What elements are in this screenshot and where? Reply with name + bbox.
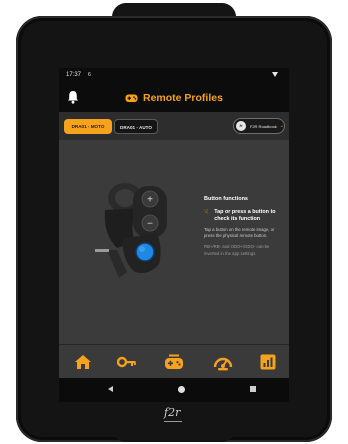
app-bar: Remote Profiles bbox=[59, 82, 289, 112]
nav-home[interactable] bbox=[71, 351, 95, 373]
profile-tabs: DRA01 - MOTO DRA01 - AUTO fr F2R Roadboo… bbox=[59, 112, 289, 140]
home-icon bbox=[75, 355, 91, 369]
tap-tip-text: Tap or press a button to check its funct… bbox=[214, 209, 276, 223]
remote-image: + − bbox=[95, 183, 167, 278]
info-note-text: RB+/RB- and ODO+/ODO- can be inverted in… bbox=[204, 244, 270, 256]
device-brand-logo: f2r bbox=[164, 406, 181, 419]
tab-dra01-moto[interactable]: DRA01 - MOTO bbox=[64, 119, 112, 134]
tab-dra01-auto[interactable]: DRA01 - AUTO bbox=[114, 119, 158, 134]
device-bumper-bottom bbox=[112, 424, 236, 442]
tablet-screen: 17:37 6 Remote Profiles DRA01 - MOTO DRA… bbox=[59, 68, 289, 402]
f2r-logo-icon: fr bbox=[236, 121, 246, 131]
gauge-icon bbox=[213, 357, 233, 371]
remote-plus-label: + bbox=[147, 195, 153, 206]
gamepad-title-icon bbox=[125, 94, 138, 102]
device-selector-dropdown[interactable]: fr F2R Roadbook ⌄ bbox=[233, 118, 285, 134]
info-body-text: Tap a button on the remote image, or pre… bbox=[204, 227, 275, 239]
device-selector-label: F2R Roadbook bbox=[249, 123, 277, 129]
bottom-navigation bbox=[59, 344, 289, 379]
chevron-down-icon: ⌄ bbox=[279, 123, 284, 129]
tap-tip: ☟ Tap or press a button to check its fun… bbox=[204, 209, 284, 223]
recent-apps-icon[interactable] bbox=[250, 386, 256, 392]
nav-gauge[interactable] bbox=[211, 351, 235, 373]
key-icon bbox=[117, 356, 136, 368]
chart-icon bbox=[260, 354, 276, 370]
nav-key[interactable] bbox=[115, 351, 139, 373]
remote-joystick-button[interactable] bbox=[135, 242, 155, 262]
status-time: 17:37 bbox=[66, 72, 82, 78]
button-functions-heading: Button functions bbox=[204, 196, 248, 202]
button-functions-panel: Button functions ☟ Tap or press a button… bbox=[204, 196, 284, 262]
back-icon[interactable] bbox=[108, 386, 113, 392]
status-bar: 17:37 6 bbox=[59, 68, 289, 82]
remote-minus-label: − bbox=[147, 219, 153, 230]
main-content: + − Button functions ☟ Tap or press a bu… bbox=[59, 140, 289, 344]
nav-stats[interactable] bbox=[256, 351, 280, 373]
status-notification-icon: 6 bbox=[88, 72, 91, 78]
page-title-text: Remote Profiles bbox=[143, 92, 223, 104]
brand-underline bbox=[164, 421, 182, 422]
nav-remote[interactable] bbox=[162, 351, 186, 373]
home-circle-icon[interactable] bbox=[178, 386, 185, 393]
system-navigation-bar bbox=[59, 378, 289, 402]
page-title: Remote Profiles bbox=[125, 91, 223, 105]
bell-icon[interactable] bbox=[67, 90, 79, 104]
pointing-hand-icon: ☟ bbox=[204, 209, 209, 216]
wifi-icon bbox=[272, 72, 278, 77]
gamepad-icon bbox=[165, 354, 183, 369]
